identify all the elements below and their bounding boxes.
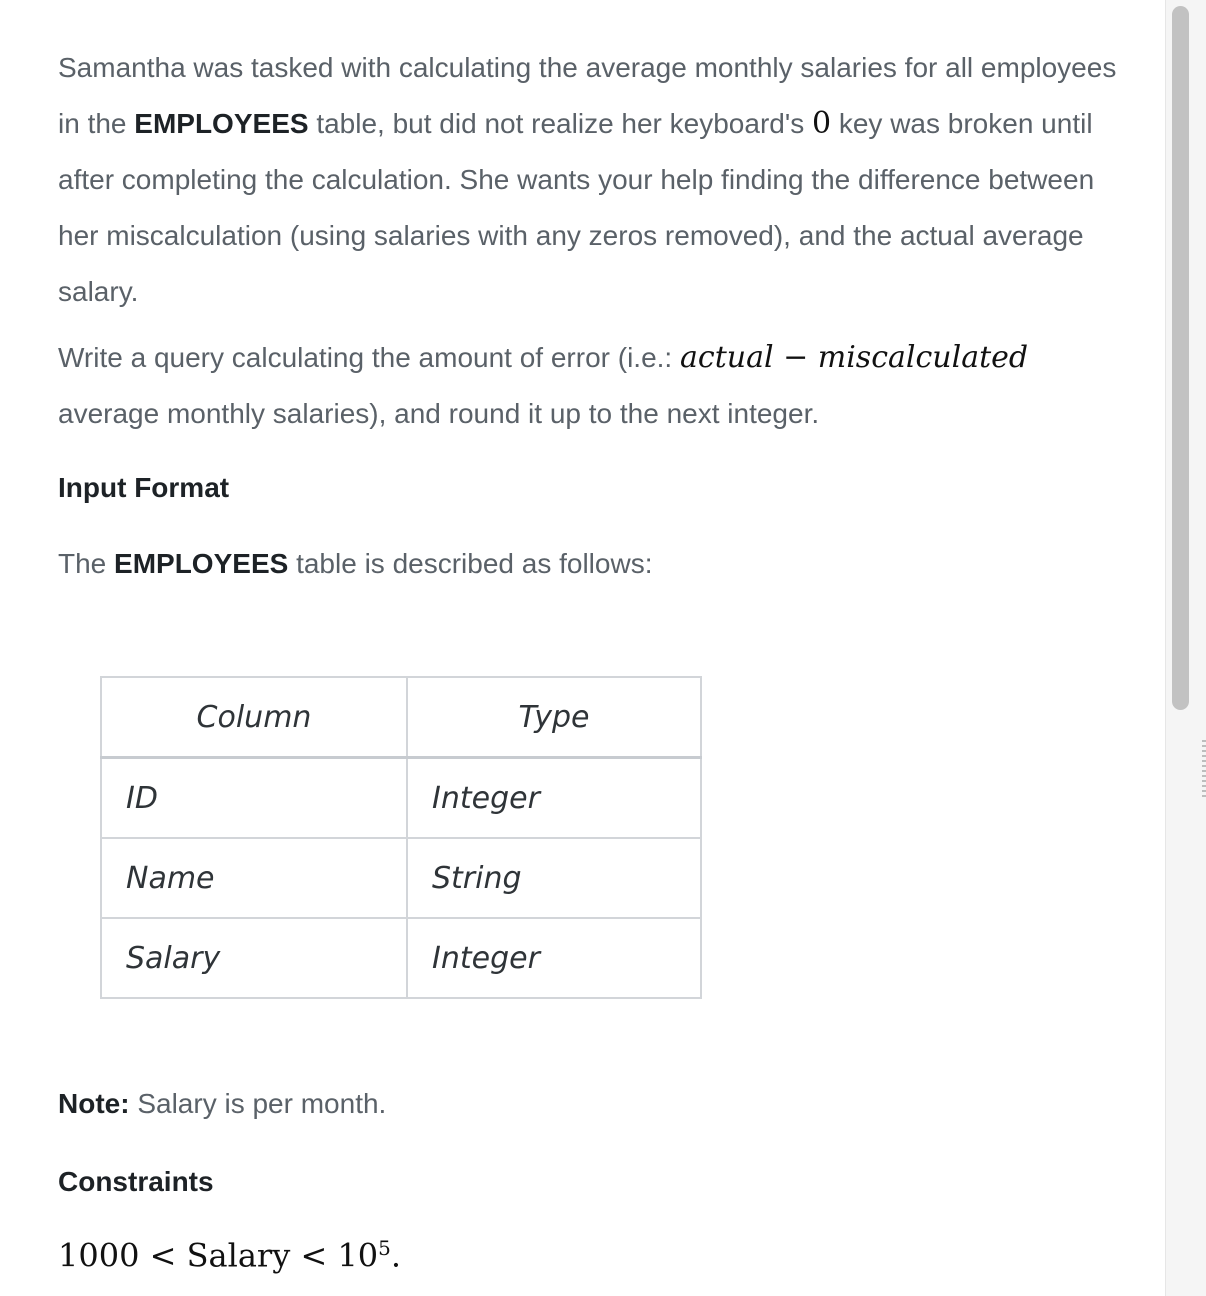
desc-pre: The [58,548,115,579]
desc-post: table is described as follows: [288,548,653,579]
cell-column-salary: Salary [100,917,408,999]
constraint-exponent: 5 [378,1236,391,1260]
cell-column-id: ID [100,756,408,839]
para2-text-1: Write a query calculating the amount of … [58,342,680,373]
constraint-lhs: 1000 < Salary < 10 [58,1236,379,1275]
employees-schema-table: Column Type ID Integer Name String Salar… [100,676,702,999]
input-format-description: The EMPLOYEES table is described as foll… [58,548,652,580]
resize-grip-icon[interactable] [1202,740,1206,800]
scrollbar-thumb[interactable] [1172,6,1189,710]
problem-statement: Samantha was tasked with calculating the… [58,40,1118,442]
error-formula-math: actual − miscalculated [680,340,1029,375]
note-text: Salary is per month. [129,1088,387,1119]
problem-paragraph-1: Samantha was tasked with calculating the… [58,40,1118,320]
cell-column-name: Name [100,837,408,919]
constraint-end: . [390,1236,402,1275]
input-format-heading: Input Format [58,472,230,503]
table-row: Name String [100,837,702,919]
zero-key-math: 0 [811,106,832,141]
table-row: ID Integer [100,756,702,839]
header-column: Column [100,676,408,759]
para1-text-2: table, but did not realize her keyboard'… [308,108,812,139]
vertical-scrollbar[interactable] [1165,0,1206,1296]
header-type: Type [406,676,702,759]
table-name-employees: EMPLOYEES [134,108,309,139]
constraints-heading: Constraints [58,1166,214,1197]
cell-type-name: String [406,837,702,919]
problem-paragraph-2: Write a query calculating the amount of … [58,330,1118,442]
table-row: Salary Integer [100,917,702,999]
desc-table-name: EMPLOYEES [114,548,289,579]
cell-type-salary: Integer [406,917,702,999]
note-label: Note: [58,1088,130,1119]
para2-text-2: average monthly salaries), and round it … [58,398,820,429]
table-header-row: Column Type [100,676,702,759]
salary-constraint-math: 1000 < Salary < 105. [58,1236,401,1275]
note-line: Note: Salary is per month. [58,1088,386,1120]
cell-type-id: Integer [406,756,702,839]
